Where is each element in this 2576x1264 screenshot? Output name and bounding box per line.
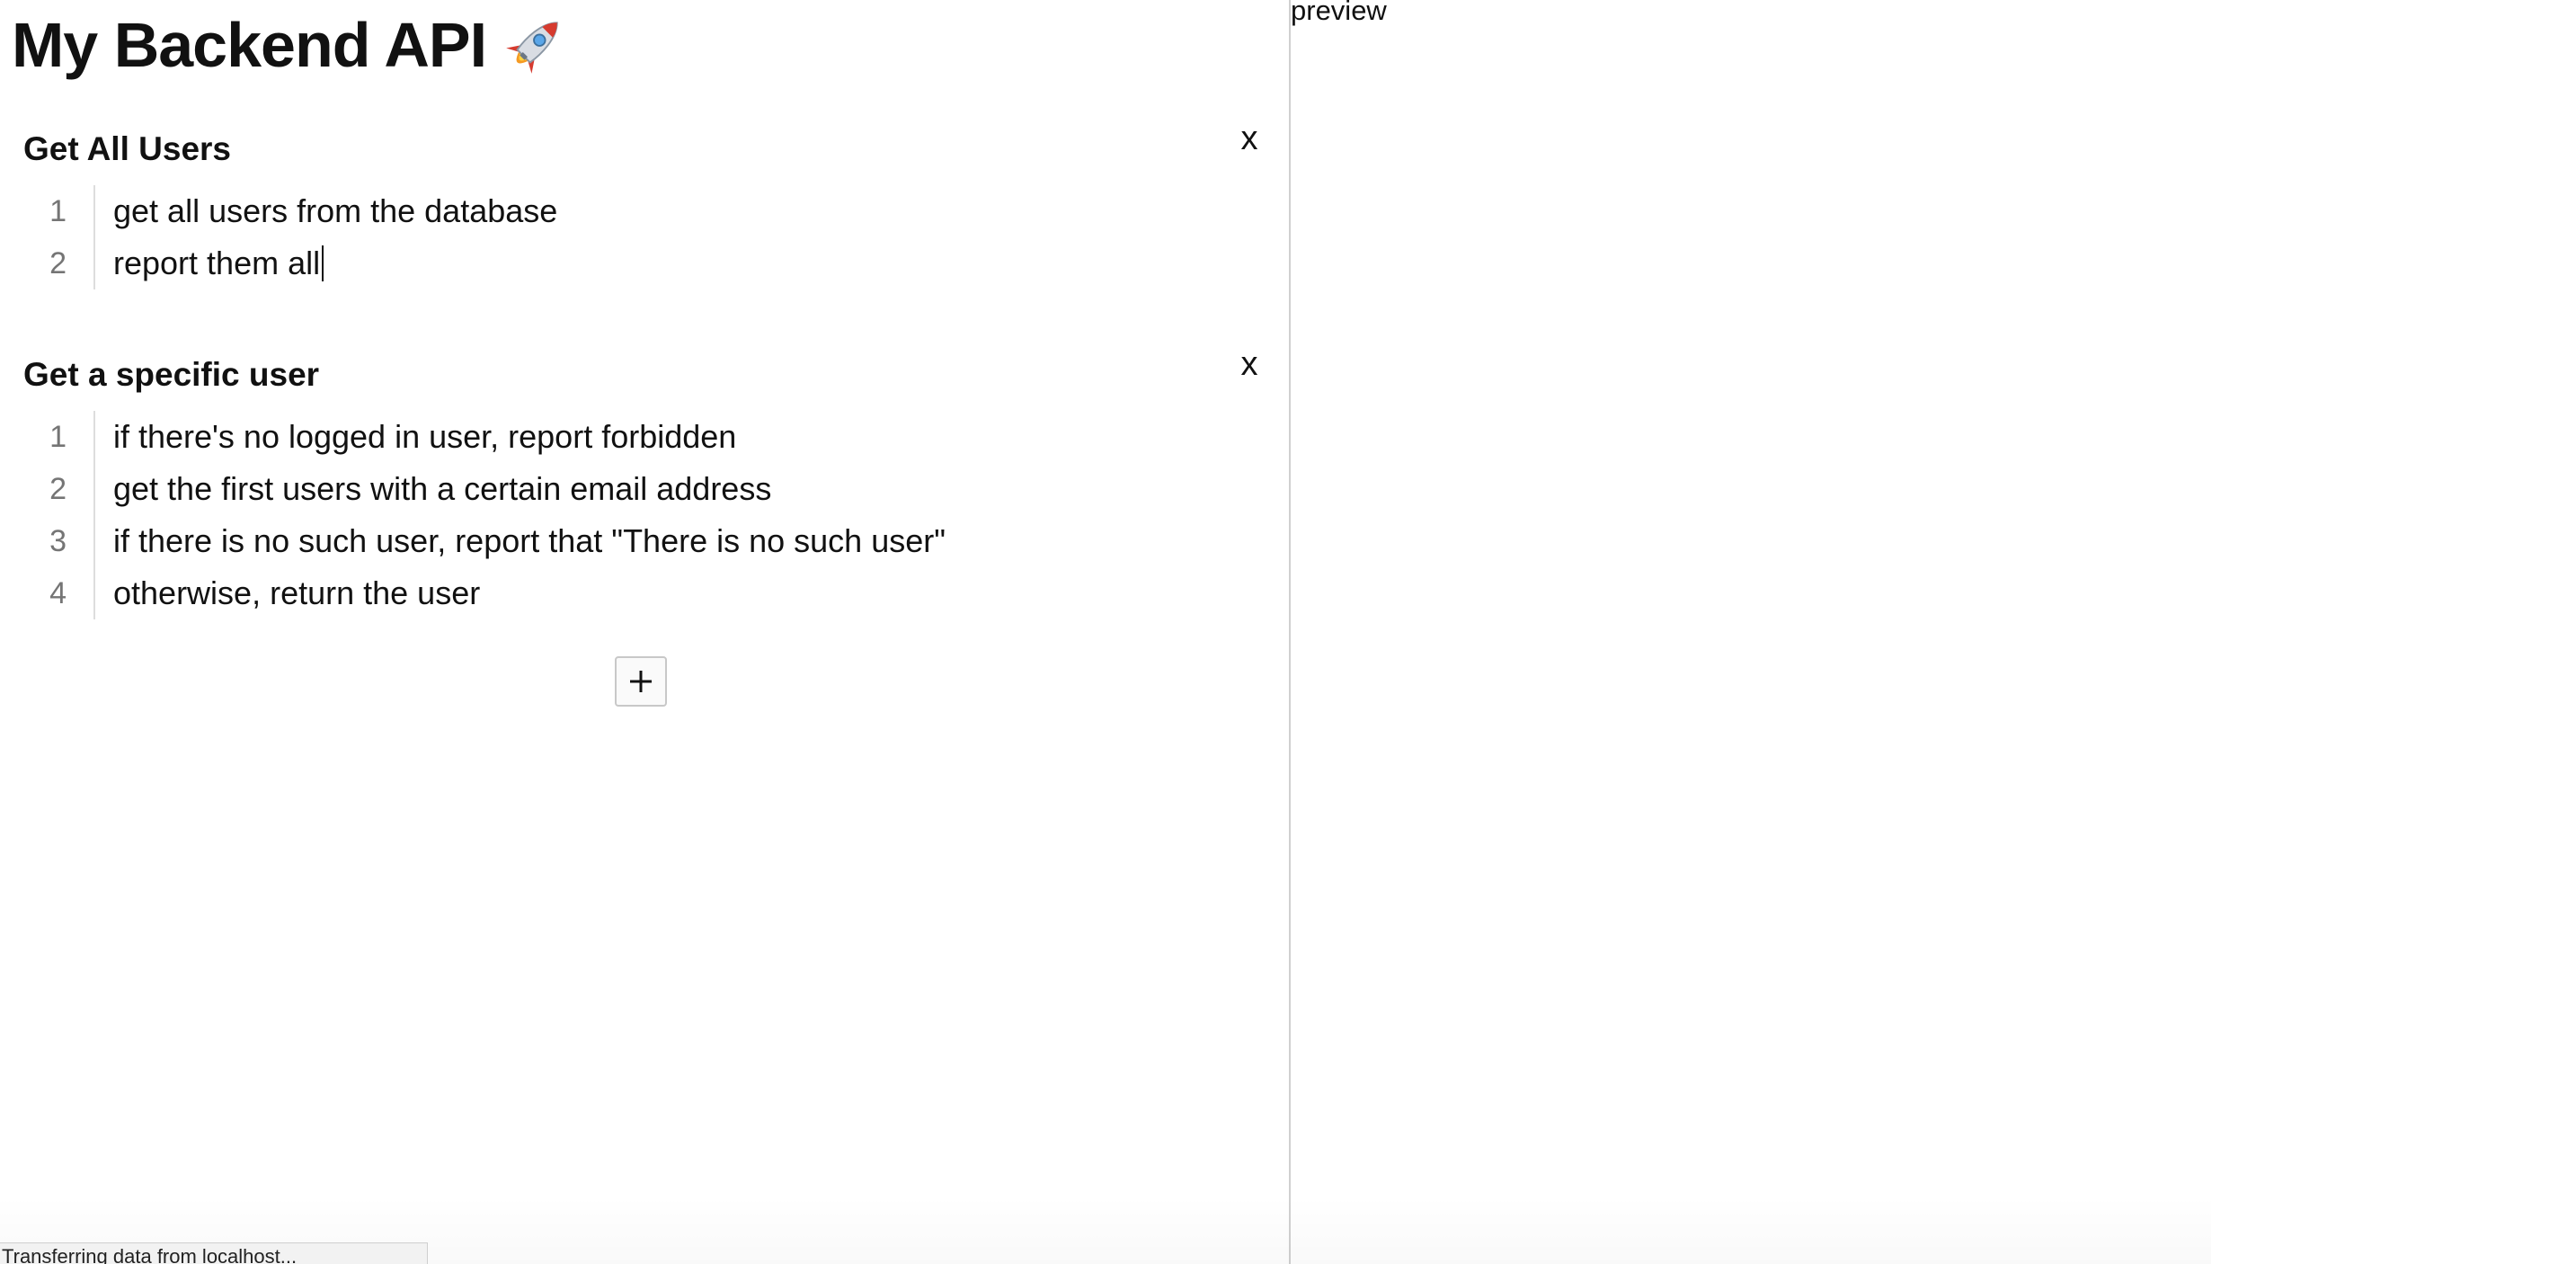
page-title: My Backend API	[12, 7, 571, 83]
page-title-text: My Backend API	[12, 10, 487, 80]
rocket-icon	[506, 22, 558, 74]
add-endpoint-button[interactable]	[615, 656, 667, 707]
line-text-with-cursor[interactable]: report them all	[113, 237, 324, 289]
line-number: 4	[49, 576, 67, 610]
endpoint-title: Get All Users	[23, 130, 231, 167]
line-number: 1	[49, 420, 67, 454]
line-number: 1	[49, 194, 67, 228]
code-line[interactable]: 3 if there is no such user, report that …	[0, 515, 1287, 567]
plus-icon	[630, 671, 652, 692]
code-line[interactable]: 1 get all users from the database	[0, 185, 1287, 237]
close-endpoint-button[interactable]: x	[1233, 119, 1266, 158]
line-text[interactable]: if there is no such user, report that "T…	[113, 515, 946, 567]
close-endpoint-button[interactable]: x	[1233, 344, 1266, 384]
text-cursor	[322, 245, 324, 281]
browser-status-bar: Transferring data from localhost...	[0, 1242, 428, 1264]
line-text[interactable]: if there's no logged in user, report for…	[113, 411, 736, 463]
line-text[interactable]: otherwise, return the user	[113, 567, 480, 619]
endpoint-title: Get a specific user	[23, 356, 320, 393]
code-line[interactable]: 4 otherwise, return the user	[0, 567, 1287, 619]
line-number: 2	[49, 246, 67, 280]
app-window: My Backend API Get All Users x 1 get all…	[0, 0, 2576, 1264]
preview-label: preview	[1291, 0, 1387, 26]
preview-pane: preview	[1291, 0, 2576, 1264]
editor-pane: My Backend API Get All Users x 1 get all…	[0, 0, 1287, 1264]
line-number: 3	[49, 524, 67, 558]
line-number: 2	[49, 472, 67, 506]
code-line[interactable]: 1 if there's no logged in user, report f…	[0, 411, 1287, 463]
code-editor[interactable]: 1 get all users from the database 2 repo…	[0, 185, 1287, 289]
code-line[interactable]: 2 report them all	[0, 237, 1287, 289]
line-text[interactable]: get all users from the database	[113, 185, 557, 237]
line-text: report them all	[113, 245, 321, 281]
line-text[interactable]: get the first users with a certain email…	[113, 463, 771, 515]
code-editor[interactable]: 1 if there's no logged in user, report f…	[0, 411, 1287, 619]
code-line[interactable]: 2 get the first users with a certain ema…	[0, 463, 1287, 515]
